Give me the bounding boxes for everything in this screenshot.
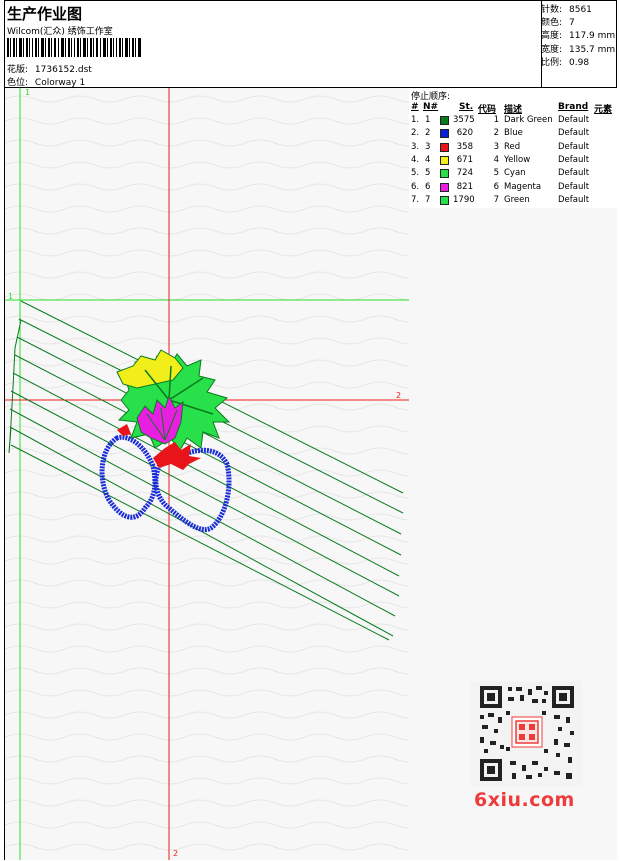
axis-label-v-bottom: 2	[173, 849, 178, 858]
col-stitches: St.	[459, 102, 474, 112]
cell-st: 620	[456, 128, 473, 139]
color-swatch	[440, 142, 449, 152]
stop-sequence-row: 3. 3 358 3 Red Default	[409, 142, 617, 155]
cell-desc: Dark Green	[504, 115, 553, 125]
cell-n: 5	[425, 168, 431, 179]
cell-brand: Default	[558, 154, 590, 165]
watermark-logo: 6xiu.com	[474, 789, 575, 811]
cell-st: 1790	[453, 194, 475, 205]
color-swatch	[440, 182, 449, 192]
col-needle: N#	[423, 102, 439, 112]
cell-code: 2	[493, 128, 499, 139]
cell-idx: 1.	[411, 115, 420, 125]
cell-idx: 4.	[411, 154, 420, 165]
cell-n: 1	[425, 115, 431, 125]
color-swatch	[440, 169, 449, 179]
cell-code: 6	[493, 181, 499, 192]
axis-label-v-top: 1	[25, 88, 30, 97]
stop-sequence-row: 6. 6 821 6 Magenta Default	[409, 182, 617, 195]
cell-st: 724	[456, 168, 473, 179]
cell-desc: Cyan	[504, 168, 526, 179]
cell-desc: Blue	[504, 128, 523, 139]
col-brand: Brand	[558, 102, 589, 112]
cell-desc: Red	[504, 141, 521, 152]
stop-sequence-title: 停止顺序:	[411, 92, 451, 102]
cell-code: 3	[493, 141, 499, 152]
col-element: 元素	[594, 105, 613, 115]
stop-sequence-row: 5. 5 724 5 Cyan Default	[409, 168, 617, 181]
axis-label-h-left: 1	[8, 292, 13, 301]
cell-n: 3	[425, 141, 431, 152]
col-code: 代码	[478, 105, 497, 115]
cell-st: 671	[456, 154, 473, 165]
col-hash: #	[411, 102, 419, 112]
qr-code-icon	[470, 681, 582, 787]
cell-idx: 3.	[411, 141, 420, 152]
cell-n: 6	[425, 181, 431, 192]
stop-sequence-row: 4. 4 671 4 Yellow Default	[409, 155, 617, 168]
production-worksheet: 生产作业图 Wilcom(汇众) 绣饰工作室 花版: 1736152.dst 色…	[0, 0, 620, 861]
cell-desc: Magenta	[504, 181, 542, 192]
cell-brand: Default	[558, 181, 590, 192]
cell-brand: Default	[558, 141, 590, 152]
cell-st: 358	[456, 141, 473, 152]
axis-label-h-right: 2	[396, 391, 401, 400]
cell-brand: Default	[558, 128, 590, 139]
cell-st: 821	[456, 181, 473, 192]
cell-brand: Default	[558, 168, 590, 179]
color-swatch	[440, 195, 449, 205]
cell-n: 4	[425, 154, 431, 165]
cell-brand: Default	[558, 194, 590, 205]
col-description: 描述	[504, 105, 523, 115]
cell-n: 2	[425, 128, 431, 139]
cell-desc: Yellow	[504, 154, 531, 165]
color-swatch	[440, 116, 449, 125]
cell-n: 7	[425, 194, 431, 205]
cell-desc: Green	[504, 194, 530, 205]
cell-idx: 7.	[411, 194, 420, 205]
cell-idx: 2.	[411, 128, 420, 139]
color-swatch	[440, 155, 449, 165]
cell-st: 3575	[453, 115, 475, 125]
stop-sequence-row: 1. 1 3575 1 Dark Green Default	[409, 115, 617, 128]
embroidery-preview: 1 1 2 2	[5, 88, 409, 860]
cell-code: 4	[493, 154, 499, 165]
color-swatch	[440, 129, 449, 139]
stop-sequence-table: 停止顺序: # N# St. 代码 描述 Brand 元素 1. 1 3575 1 Da…	[409, 88, 617, 208]
cell-code: 1	[493, 115, 499, 125]
cell-brand: Default	[558, 115, 590, 125]
cell-idx: 6.	[411, 181, 420, 192]
design-canvas[interactable]: 1 1 2 2	[5, 88, 409, 860]
stop-sequence-row: 2. 2 620 2 Blue Default	[409, 128, 617, 141]
cell-idx: 5.	[411, 168, 420, 179]
cell-code: 5	[493, 168, 499, 179]
cell-code: 7	[493, 194, 499, 205]
stop-sequence-row: 7. 7 1790 7 Green Default	[409, 195, 617, 208]
